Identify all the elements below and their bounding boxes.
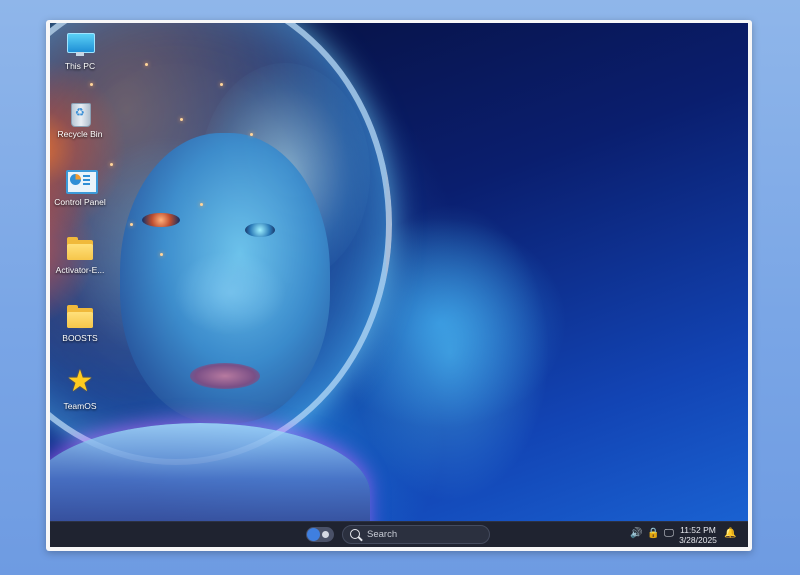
bell-icon[interactable]: 🔔 — [724, 528, 736, 540]
taskbar-clock[interactable]: 11:52 PM 3/28/2025 — [676, 525, 720, 545]
desktop-icon-label: Activator-E... — [55, 265, 105, 275]
system-tray: 🔊 🔒 🖵 11:52 PM 3/28/2025 🔔 — [630, 522, 740, 547]
wallpaper-sparkle — [220, 83, 223, 86]
desktop-icon-label: Recycle Bin — [57, 129, 103, 139]
clock-date: 3/28/2025 — [679, 535, 717, 545]
desktop-icon-control-panel[interactable]: Control Panel — [52, 167, 108, 207]
desktop-icon-label: This PC — [64, 61, 96, 71]
desktop-window-frame: This PC ♻ Recycle Bin Control Panel Acti… — [46, 20, 752, 551]
this-pc-icon — [65, 31, 95, 59]
wallpaper-left-eye — [142, 213, 180, 227]
desktop-icon-activator-folder[interactable]: Activator-E... — [52, 235, 108, 275]
desktop-screen[interactable]: This PC ♻ Recycle Bin Control Panel Acti… — [50, 23, 748, 547]
taskbar: Search 🔊 🔒 🖵 11:52 PM 3/28/2025 🔔 — [50, 521, 748, 547]
desktop-icon-boosts-folder[interactable]: BOOSTS — [52, 303, 108, 343]
desktop-icon-label: BOOSTS — [62, 333, 98, 343]
task-view-icon — [322, 531, 329, 538]
wallpaper-sparkle — [250, 133, 253, 136]
search-placeholder: Search — [367, 529, 398, 540]
wallpaper-sparkle — [130, 223, 133, 226]
wallpaper-sparkle — [200, 203, 203, 206]
desktop-icon-label: Control Panel — [54, 197, 106, 207]
start-icon — [307, 528, 320, 541]
clock-time: 11:52 PM — [680, 525, 716, 535]
star-icon: ★ — [66, 365, 94, 398]
wallpaper-sparkle — [90, 83, 93, 86]
lock-icon[interactable]: 🔒 — [647, 528, 659, 540]
control-panel-icon — [65, 167, 98, 195]
wallpaper-sparkle — [180, 118, 183, 121]
speaker-icon[interactable]: 🔊 — [630, 528, 642, 540]
recycle-bin-icon: ♻ — [65, 99, 95, 127]
search-icon — [350, 529, 360, 539]
wallpaper-sparkle — [110, 163, 113, 166]
wallpaper-right-eye — [245, 223, 275, 237]
wallpaper-sparkle — [145, 63, 148, 66]
monitor-icon[interactable]: 🖵 — [663, 528, 675, 540]
folder-icon — [65, 303, 95, 331]
desktop-icon-this-pc[interactable]: This PC — [52, 31, 108, 71]
desktop-icon-label: TeamOS — [63, 401, 97, 411]
taskbar-search-box[interactable]: Search — [342, 525, 490, 544]
folder-icon — [65, 235, 95, 263]
start-button[interactable] — [306, 527, 334, 542]
desktop-icon-teamos[interactable]: ★ TeamOS — [52, 365, 108, 412]
wallpaper-sparkle — [160, 253, 163, 256]
desktop-icon-recycle-bin[interactable]: ♻ Recycle Bin — [52, 99, 108, 139]
wallpaper-lips — [190, 363, 260, 389]
